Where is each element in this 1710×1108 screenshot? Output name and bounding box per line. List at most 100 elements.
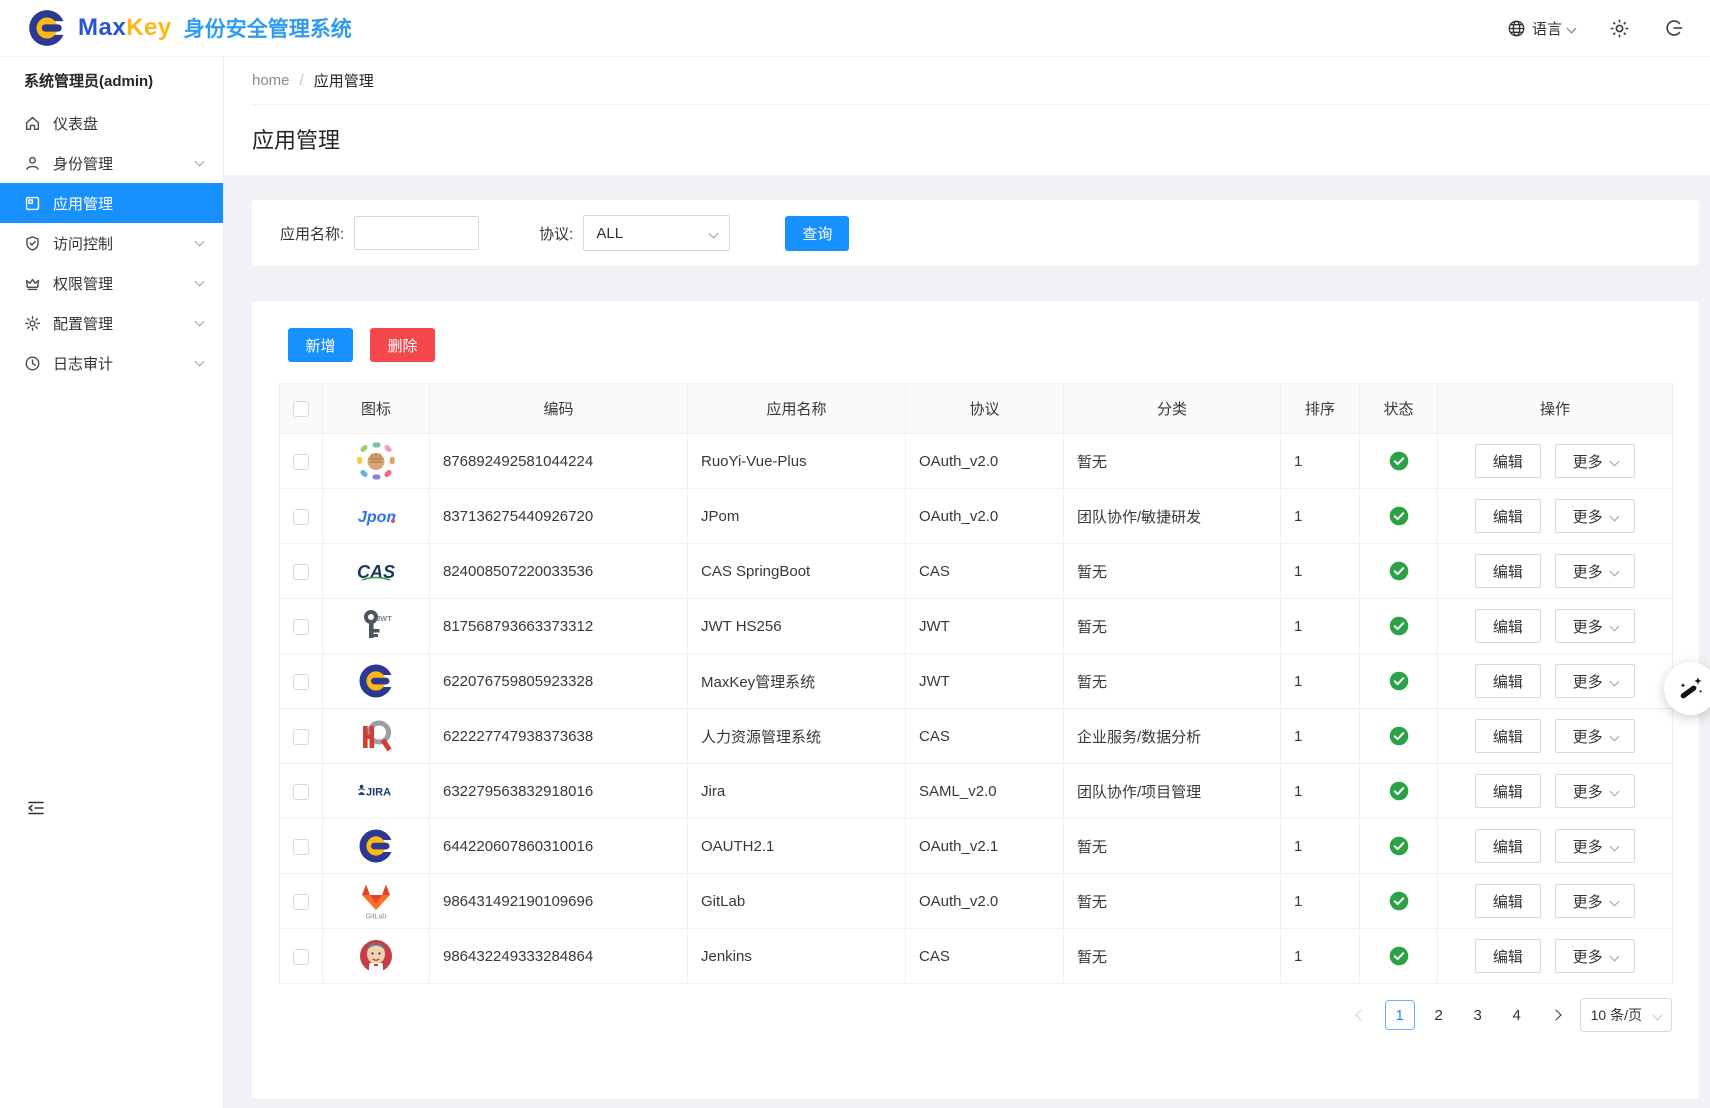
sidebar-item-dashboard[interactable]: 仪表盘 <box>0 103 223 143</box>
protocol-select[interactable]: ALL <box>583 215 730 251</box>
row-checkbox[interactable] <box>293 839 309 855</box>
sidebar-item-audit[interactable]: 日志审计 <box>0 343 223 383</box>
breadcrumb-home-link[interactable]: home <box>252 72 290 89</box>
edit-button[interactable]: 编辑 <box>1475 884 1541 918</box>
language-selector[interactable]: 语言 <box>1507 18 1575 39</box>
more-button[interactable]: 更多 <box>1555 939 1635 973</box>
row-checkbox[interactable] <box>293 454 309 470</box>
menu-collapse-button[interactable] <box>26 798 46 818</box>
delete-button[interactable]: 删除 <box>370 328 435 362</box>
app-category: 团队协作/敏捷研发 <box>1077 509 1201 526</box>
table-card: 新增 删除 图标 编码 应用名称 协议 分类 排序 状态 操作 <box>252 301 1699 1099</box>
table-row: Jpom 837136275440926720 JPom OAuth_v2.0 … <box>280 489 1673 544</box>
app-sort: 1 <box>1294 893 1302 910</box>
more-button[interactable]: 更多 <box>1555 609 1635 643</box>
jpom-app-icon: Jpom <box>356 496 396 536</box>
table-row: 876892492581044224 RuoYi-Vue-Plus OAuth_… <box>280 434 1673 489</box>
brand-title: 身份安全管理系统 <box>184 13 352 43</box>
app-code: 644220607860310016 <box>443 838 593 855</box>
app-sort: 1 <box>1294 563 1302 580</box>
add-button[interactable]: 新增 <box>288 328 353 362</box>
edit-button[interactable]: 编辑 <box>1475 774 1541 808</box>
chevron-down-icon <box>195 357 205 367</box>
row-checkbox[interactable] <box>293 619 309 635</box>
column-header-name: 应用名称 <box>688 384 906 434</box>
more-button[interactable]: 更多 <box>1555 554 1635 588</box>
edit-button[interactable]: 编辑 <box>1475 499 1541 533</box>
status-enabled-icon <box>1389 671 1409 691</box>
row-checkbox[interactable] <box>293 564 309 580</box>
prev-page-button[interactable] <box>1346 1000 1376 1030</box>
more-button[interactable]: 更多 <box>1555 719 1635 753</box>
app-name: MaxKey管理系统 <box>701 674 815 691</box>
app-protocol: JWT <box>919 673 950 690</box>
app-category: 暂无 <box>1077 839 1107 856</box>
maxkey-logo-icon <box>26 7 68 49</box>
app-protocol: OAuth_v2.1 <box>919 838 998 855</box>
jenkins-app-icon <box>356 936 396 976</box>
app-header: MaxKey 身份安全管理系统 语言 <box>0 0 1710 57</box>
app-code: 837136275440926720 <box>443 508 593 525</box>
page-button-3[interactable]: 3 <box>1463 1000 1493 1030</box>
app-code: 986432249333284864 <box>443 948 593 965</box>
row-checkbox[interactable] <box>293 949 309 965</box>
maxkey-app-icon <box>356 826 396 866</box>
more-button[interactable]: 更多 <box>1555 444 1635 478</box>
maxkey-app-icon <box>356 661 396 701</box>
chevron-right-icon <box>1550 1009 1561 1020</box>
edit-button[interactable]: 编辑 <box>1475 554 1541 588</box>
row-checkbox[interactable] <box>293 674 309 690</box>
edit-button[interactable]: 编辑 <box>1475 609 1541 643</box>
row-checkbox[interactable] <box>293 894 309 910</box>
row-checkbox[interactable] <box>293 509 309 525</box>
page-button-1[interactable]: 1 <box>1385 1000 1415 1030</box>
app-name: CAS SpringBoot <box>701 563 810 580</box>
svg-text:JIRA: JIRA <box>366 787 391 799</box>
column-header-action: 操作 <box>1438 384 1673 434</box>
edit-button[interactable]: 编辑 <box>1475 939 1541 973</box>
sidebar-item-identity[interactable]: 身份管理 <box>0 143 223 183</box>
app-name-input[interactable] <box>354 216 479 250</box>
sidebar-item-label: 配置管理 <box>53 313 196 334</box>
page-size-select[interactable]: 10 条/页 <box>1580 998 1672 1032</box>
main-content: home / 应用管理 应用管理 应用名称: 协议: ALL 查询 新增 删除 <box>224 57 1710 1108</box>
chevron-down-icon <box>195 317 205 327</box>
next-page-button[interactable] <box>1541 1000 1571 1030</box>
page-button-2[interactable]: 2 <box>1424 1000 1454 1030</box>
row-checkbox[interactable] <box>293 729 309 745</box>
settings-button[interactable] <box>1609 18 1630 39</box>
select-all-checkbox[interactable] <box>293 401 309 417</box>
table-row: 622227747938373638 人力资源管理系统 CAS 企业服务/数据分… <box>280 709 1673 764</box>
search-button[interactable]: 查询 <box>785 216 849 251</box>
edit-button[interactable]: 编辑 <box>1475 664 1541 698</box>
column-header-sort: 排序 <box>1281 384 1360 434</box>
sidebar-item-access[interactable]: 访问控制 <box>0 223 223 263</box>
sidebar-item-config[interactable]: 配置管理 <box>0 303 223 343</box>
page-button-4[interactable]: 4 <box>1502 1000 1532 1030</box>
jwt-app-icon: JWT <box>356 606 396 646</box>
app-category: 暂无 <box>1077 454 1107 471</box>
more-button[interactable]: 更多 <box>1555 499 1635 533</box>
app-name: JWT HS256 <box>701 618 782 635</box>
more-button[interactable]: 更多 <box>1555 884 1635 918</box>
edit-button[interactable]: 编辑 <box>1475 444 1541 478</box>
protocol-select-value: ALL <box>596 225 623 242</box>
home-icon <box>24 115 41 132</box>
column-header-code: 编码 <box>430 384 688 434</box>
edit-button[interactable]: 编辑 <box>1475 829 1541 863</box>
row-checkbox[interactable] <box>293 784 309 800</box>
edit-button[interactable]: 编辑 <box>1475 719 1541 753</box>
chevron-left-icon <box>1355 1009 1366 1020</box>
app-name: JPom <box>701 508 739 525</box>
svg-text:Jpom: Jpom <box>358 509 396 526</box>
logout-button[interactable] <box>1664 18 1684 38</box>
chevron-down-icon <box>709 228 719 238</box>
more-button[interactable]: 更多 <box>1555 774 1635 808</box>
app-sort: 1 <box>1294 948 1302 965</box>
sidebar-item-apps[interactable]: 应用管理 <box>0 183 223 223</box>
assistant-widget-button[interactable] <box>1664 662 1710 715</box>
sidebar-item-permissions[interactable]: 权限管理 <box>0 263 223 303</box>
more-button[interactable]: 更多 <box>1555 664 1635 698</box>
more-button[interactable]: 更多 <box>1555 829 1635 863</box>
pagination: 1234 10 条/页 <box>279 998 1672 1032</box>
